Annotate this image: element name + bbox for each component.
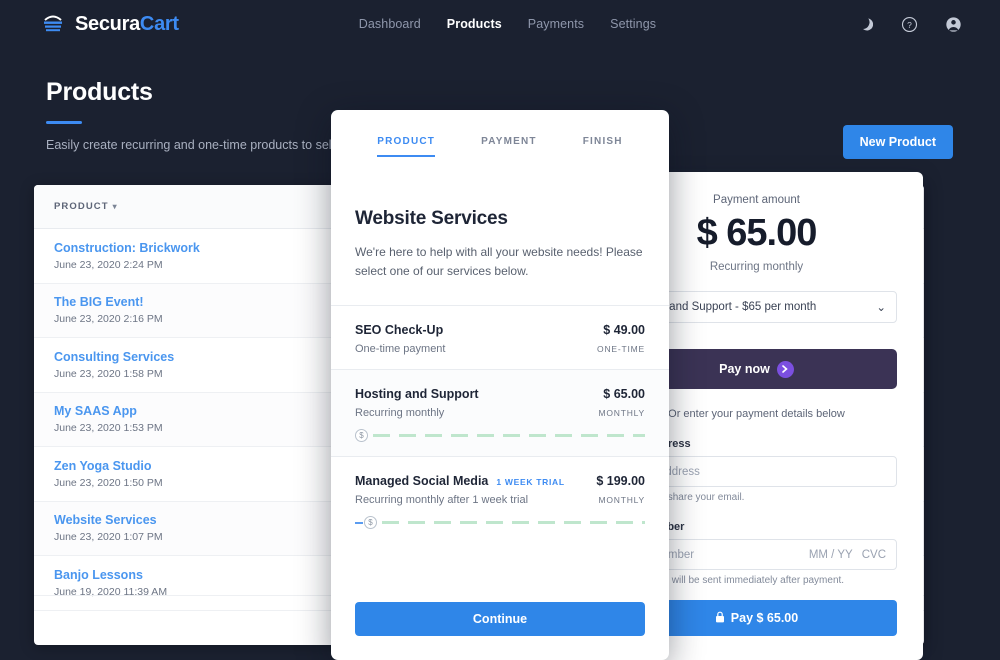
table-column-header-product[interactable]: PRODUCT ▾ [54,201,118,212]
modal-description: We're here to help with all your website… [355,245,643,279]
option-subtitle: Recurring monthly after 1 week trial [355,494,529,507]
nav-icon-group: ? [856,0,962,48]
option-bottom-row: Recurring monthly after 1 week trial MONT… [355,494,645,506]
tab-product[interactable]: PRODUCT [377,136,436,157]
option-top-row: Hosting and Support $ 65.00 [355,385,645,403]
brand-name: SecuraCart [75,13,179,36]
option-name: Hosting and Support [355,387,479,402]
option-price: $ 65.00 [603,387,645,402]
option-heading: Hosting and Support [355,385,479,403]
option-period: MONTHLY [598,408,645,419]
billing-timeline: $ [355,429,645,443]
modal-title: Website Services [355,208,508,229]
modal-body: Website Services We're here to help with… [331,168,669,281]
product-date: June 23, 2020 1:50 PM [54,476,163,489]
nav-link-dashboard[interactable]: Dashboard [359,17,421,31]
brand-name-primary: Secura [75,12,140,35]
product-cell: Banjo Lessons June 19, 2020 11:39 AM [54,568,167,598]
card-cvc-placeholder[interactable]: CVC [862,549,886,561]
nav-links: Dashboard Products Payments Settings [359,17,656,31]
product-date: June 23, 2020 1:07 PM [54,531,163,544]
moon-icon[interactable] [856,15,874,33]
continue-button[interactable]: Continue [355,602,645,636]
coin-icon: $ [355,429,368,443]
product-cell: Construction: Brickwork June 23, 2020 2:2… [54,241,200,271]
chevron-down-icon: ⌄ [876,302,886,314]
account-icon[interactable] [944,15,962,33]
link-pay-icon [776,360,794,378]
page-header: Products Easily create recurring and one… [46,78,338,152]
product-date: June 23, 2020 1:53 PM [54,422,163,435]
product-name-link[interactable]: My SAAS App [54,404,163,418]
trial-lead-segment [355,521,363,524]
product-cell: Consulting Services June 23, 2020 1:58 PM [54,350,174,380]
title-underline-accent [46,121,82,124]
product-name-link[interactable]: Banjo Lessons [54,568,167,582]
nav-link-payments[interactable]: Payments [528,17,584,31]
svg-text:?: ? [907,19,912,29]
product-cell: My SAAS App June 23, 2020 1:53 PM [54,404,163,434]
lock-icon [715,611,725,626]
timeline-dashes [373,434,645,438]
option-bottom-row: One-time payment ONE-TIME [355,343,645,355]
option-price: $ 49.00 [603,323,645,338]
option-period: ONE-TIME [597,344,645,355]
product-date: June 23, 2020 2:24 PM [54,258,163,271]
product-name-link[interactable]: Consulting Services [54,350,174,364]
product-wizard-modal: PRODUCT PAYMENT FINISH Website Services … [331,110,669,660]
option-top-row: SEO Check-Up $ 49.00 [355,321,645,339]
card-expiry-placeholder[interactable]: MM / YY [809,549,853,561]
timeline-dashes [382,521,645,525]
option-subtitle: Recurring monthly [355,407,445,420]
pay-now-label: Pay now [719,362,770,376]
option-heading: Managed Social Media 1 WEEK TRIAL [355,472,565,490]
product-name-link[interactable]: Website Services [54,513,163,527]
product-name-link[interactable]: The BIG Event! [54,295,163,309]
pay-submit-label: Pay $ 65.00 [730,611,799,625]
product-cell: Zen Yoga Studio June 23, 2020 1:50 PM [54,459,163,489]
service-option[interactable]: Hosting and Support $ 65.00 Recurring mont… [331,369,669,457]
help-icon[interactable]: ? [900,15,918,33]
product-cell: The BIG Event! June 23, 2020 2:16 PM [54,295,163,325]
tab-finish[interactable]: FINISH [583,136,623,155]
option-name: SEO Check-Up [355,323,444,338]
option-period: MONTHLY [598,495,645,506]
table-column-header-label: PRODUCT [54,201,109,212]
service-option[interactable]: Managed Social Media 1 WEEK TRIAL $ 199.00… [331,456,669,543]
modal-tab-bar: PRODUCT PAYMENT FINISH [331,110,669,168]
option-heading: SEO Check-Up [355,321,443,339]
page-subtitle: Easily create recurring and one-time pro… [46,138,338,152]
card-extra-fields: MM / YY CVC [809,549,886,561]
product-name-link[interactable]: Zen Yoga Studio [54,459,163,473]
sort-caret-icon: ▾ [112,202,118,211]
top-navigation-bar: SecuraCart Dashboard Products Payments S… [0,0,1000,48]
option-top-row: Managed Social Media 1 WEEK TRIAL $ 199.00 [355,472,645,490]
app-root: SecuraCart Dashboard Products Payments S… [0,0,1000,660]
option-bottom-row: Recurring monthly MONTHLY [355,407,645,419]
option-subtitle: One-time payment [355,343,446,356]
billing-timeline: $ [355,516,645,530]
modal-footer: Continue [331,602,669,660]
product-date: June 23, 2020 2:16 PM [54,313,163,326]
tab-payment[interactable]: PAYMENT [481,136,537,155]
product-date: June 23, 2020 1:58 PM [54,367,163,380]
nav-link-products[interactable]: Products [447,17,502,31]
new-product-button[interactable]: New Product [842,125,953,159]
page-title: Products [46,78,153,106]
brand-logo[interactable]: SecuraCart [40,11,179,37]
coin-icon: $ [364,516,377,530]
option-price: $ 199.00 [596,474,645,489]
product-name-link[interactable]: Construction: Brickwork [54,241,200,255]
cart-logo-icon [40,11,66,37]
nav-link-settings[interactable]: Settings [610,17,656,31]
service-option-list: SEO Check-Up $ 49.00 One-time payment ONE-T… [331,305,669,543]
trial-badge: 1 WEEK TRIAL [496,477,565,488]
brand-name-accent: Cart [139,12,179,35]
service-option[interactable]: SEO Check-Up $ 49.00 One-time payment ONE-T… [331,305,669,369]
option-name: Managed Social Media [355,474,489,489]
product-cell: Website Services June 23, 2020 1:07 PM [54,513,163,543]
